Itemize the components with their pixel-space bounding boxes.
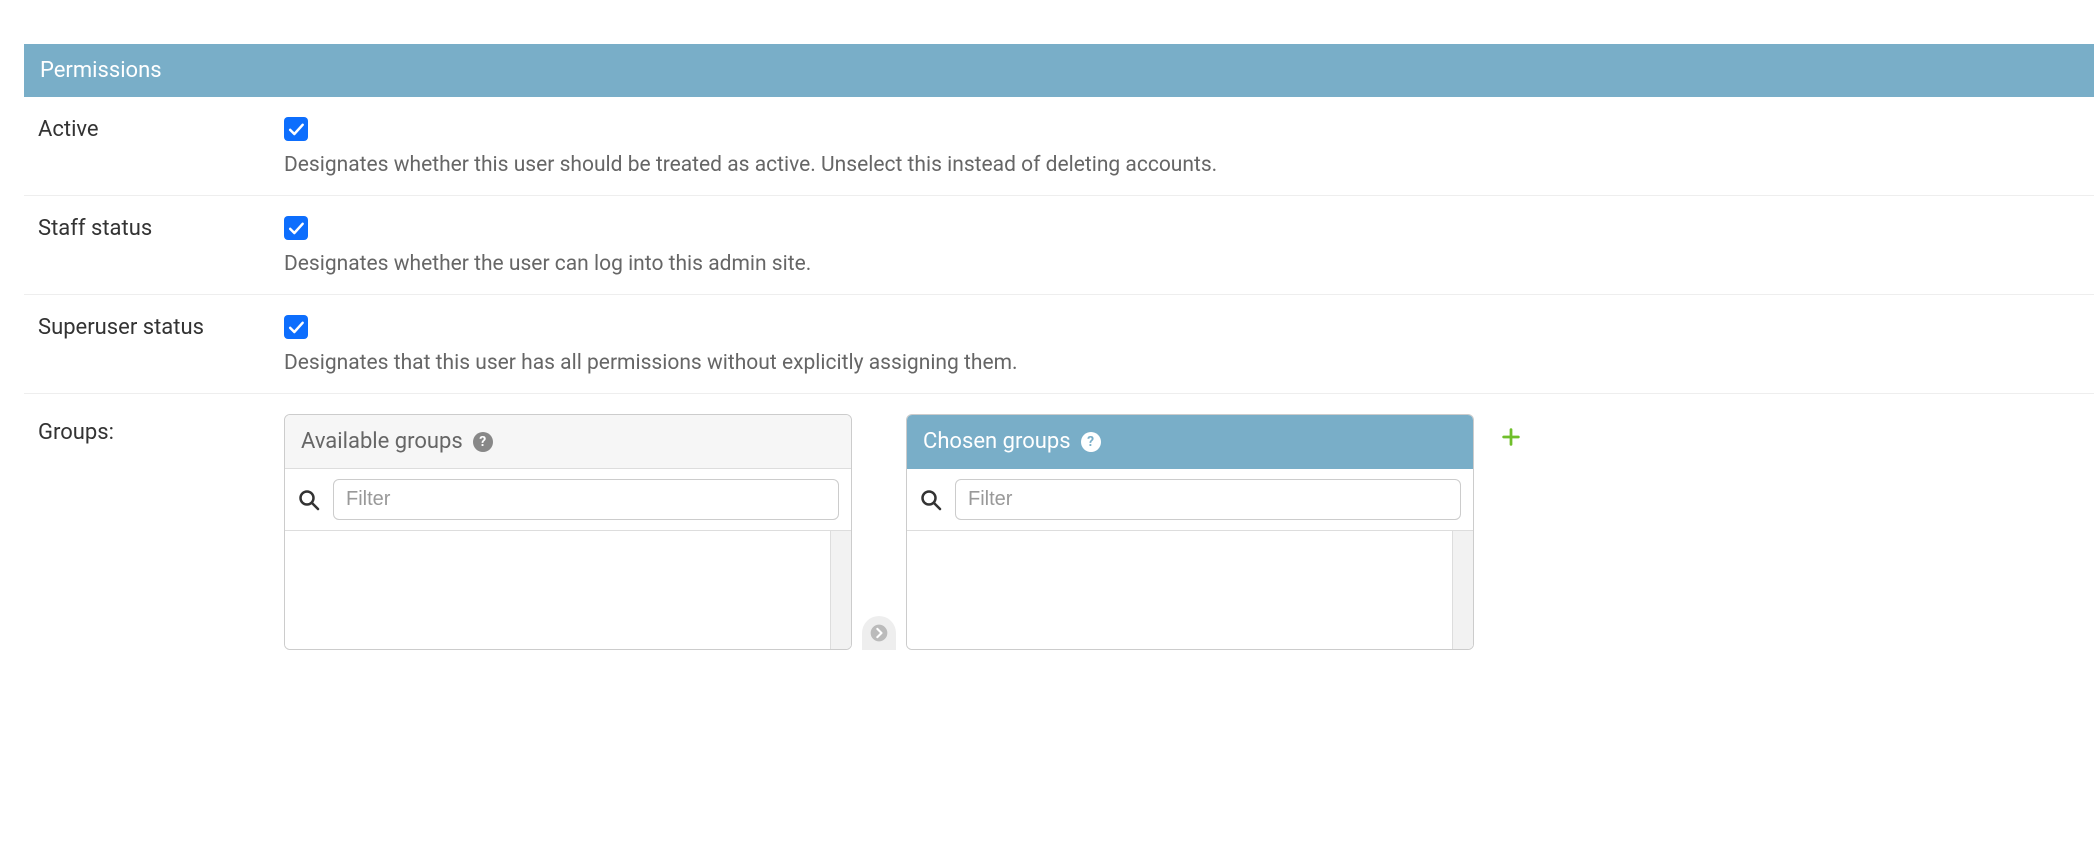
available-groups-title: Available groups [301,429,463,454]
available-groups-selector: Available groups ? [284,414,852,650]
field-row-active: Active Designates whether this user shou… [24,97,2094,196]
staff-checkbox[interactable] [284,216,308,240]
superuser-help-text: Designates that this user has all permis… [284,351,2094,375]
checkmark-icon [286,218,306,238]
search-icon [297,488,321,512]
staff-help-text: Designates whether the user can log into… [284,252,2094,276]
chosen-groups-list[interactable] [907,531,1473,649]
available-groups-header: Available groups ? [285,415,851,469]
move-right-button[interactable] [862,616,896,650]
groups-label: Groups: [24,414,284,445]
selector-controls [862,414,896,650]
chosen-groups-header: Chosen groups ? [907,415,1473,469]
permissions-section-header: Permissions [24,44,2094,97]
help-icon[interactable]: ? [473,432,493,452]
checkmark-icon [286,317,306,337]
chosen-groups-selector: Chosen groups ? [906,414,1474,650]
add-group-button[interactable] [1500,414,1522,452]
superuser-checkbox[interactable] [284,315,308,339]
search-icon [919,488,943,512]
active-checkbox[interactable] [284,117,308,141]
field-row-groups: Groups: Available groups ? [24,394,2094,650]
chosen-groups-filter [907,469,1473,531]
chosen-groups-filter-input[interactable] [955,479,1461,520]
available-groups-filter [285,469,851,531]
active-label: Active [24,117,284,142]
field-row-superuser: Superuser status Designates that this us… [24,295,2094,394]
field-row-staff: Staff status Designates whether the user… [24,196,2094,295]
available-groups-list[interactable] [285,531,851,649]
staff-label: Staff status [24,216,284,241]
chosen-groups-title: Chosen groups [923,429,1071,454]
available-groups-filter-input[interactable] [333,479,839,520]
active-help-text: Designates whether this user should be t… [284,153,2094,177]
superuser-label: Superuser status [24,315,284,340]
plus-icon [1500,426,1522,448]
help-icon[interactable]: ? [1081,432,1101,452]
checkmark-icon [286,119,306,139]
arrow-right-icon [869,623,889,643]
